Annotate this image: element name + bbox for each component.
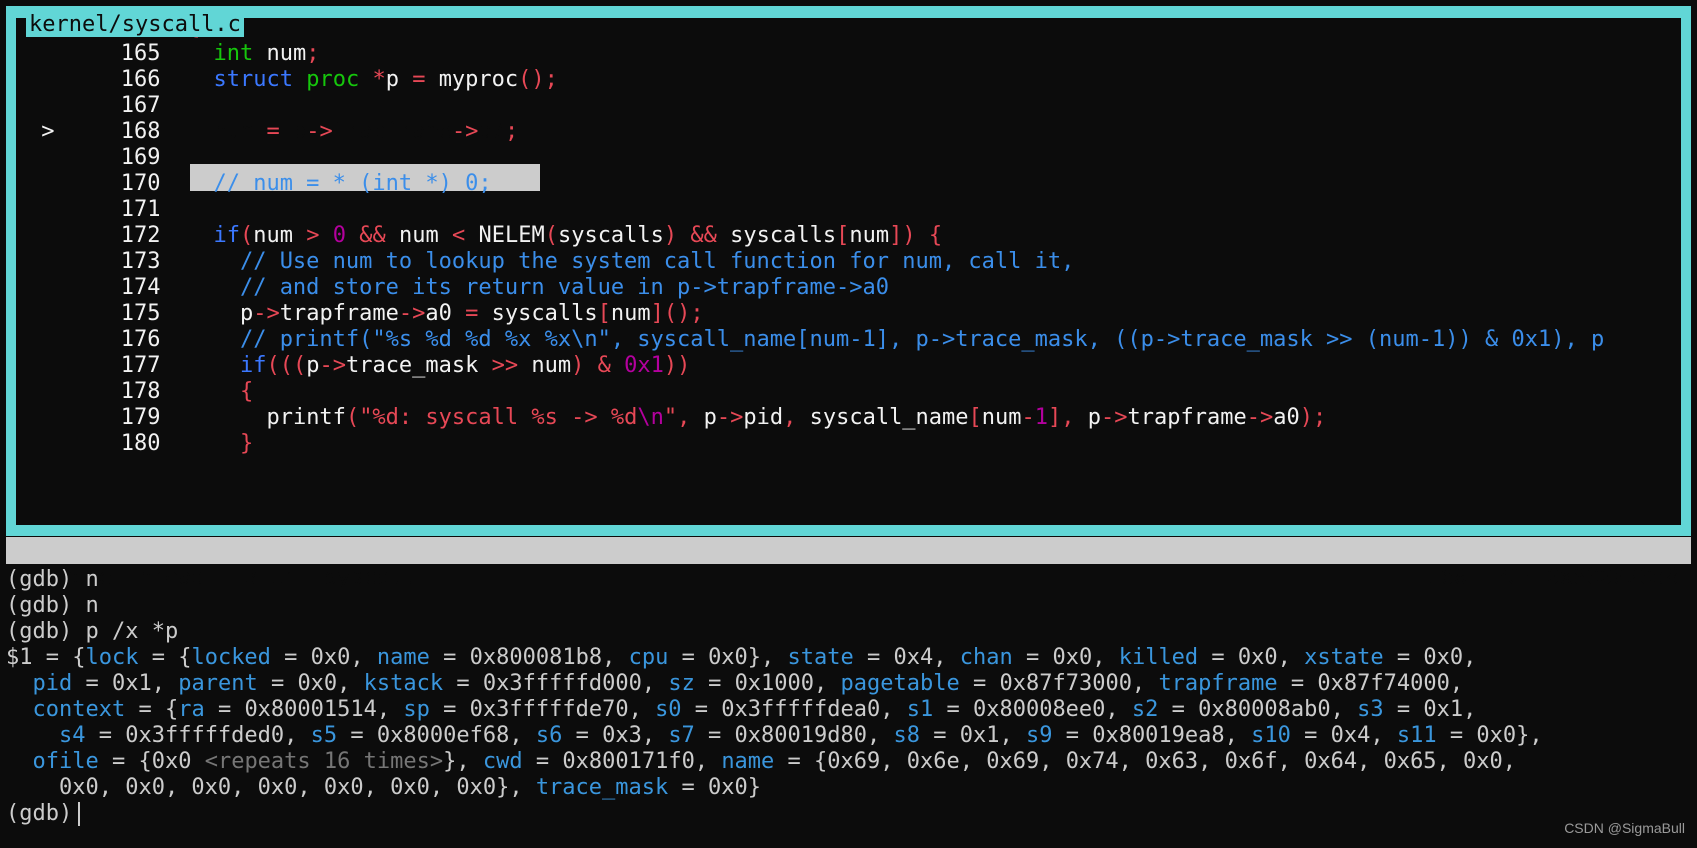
- line-code: int num;: [213, 41, 320, 66]
- line-marker: [28, 249, 81, 274]
- gdb-output-line: pid = 0x1, parent = 0x0, kstack = 0x3fff…: [32, 671, 1464, 696]
- line-number: 180: [80, 431, 161, 456]
- line-number: 166: [80, 67, 161, 92]
- gdb-prompt: (gdb): [6, 801, 73, 826]
- line-code: struct proc *p = myproc();: [213, 67, 558, 92]
- line-number: 175: [80, 301, 161, 326]
- status-bar: remote Thread 1.3 In: syscall L168 PC: 0…: [6, 537, 1691, 590]
- source-line-166: 166 struct proc *p = myproc();: [28, 66, 558, 94]
- line-number: 177: [80, 353, 161, 378]
- gdb-command-line: (gdb) n: [6, 593, 99, 618]
- status-line: L168: [1414, 565, 1468, 590]
- line-number: 165: [80, 41, 161, 66]
- line-code: printf("%d: syscall %s -> %d\n", p->pid,…: [266, 405, 1327, 430]
- line-code: p->trapframe->a0 = syscalls[num]();: [239, 301, 704, 326]
- line-marker: [28, 327, 81, 352]
- line-number: 171: [80, 197, 161, 222]
- line-marker: [28, 275, 81, 300]
- source-line-175: 175 p->trapframe->a0 = syscalls[num]();: [28, 300, 704, 328]
- gdb-output-line: context = {ra = 0x80001514, sp = 0x3ffff…: [32, 697, 1477, 722]
- line-number: 173: [80, 249, 161, 274]
- line-code: num = p->trapframe->a7;: [213, 119, 519, 144]
- source-line-174: 174 // and store its return value in p->…: [28, 274, 889, 302]
- gdb-command-line: (gdb) n: [6, 567, 99, 592]
- line-code: // and store its return value in p->trap…: [239, 275, 889, 300]
- line-marker: [28, 431, 81, 456]
- line-marker: [28, 145, 81, 170]
- line-code: {: [239, 379, 254, 404]
- line-number: 169: [80, 145, 161, 170]
- gdb-output-line: s4 = 0x3fffffded0, s5 = 0x8000ef68, s6 =…: [58, 723, 1543, 748]
- line-number: 172: [80, 223, 161, 248]
- line-code: if(((p->trace_mask >> num) & 0x1)): [239, 353, 691, 378]
- line-code: // printf("%s %d %d %x %x\n", syscall_na…: [239, 327, 1605, 352]
- line-number: 174: [80, 275, 161, 300]
- line-marker: [28, 171, 81, 196]
- gdb-output-line: $1 = {lock = {locked = 0x0, name = 0x800…: [6, 645, 1477, 670]
- line-number: 178: [80, 379, 161, 404]
- source-line-167: 167: [28, 92, 187, 120]
- status-location: L168 PC: 0x800020d8: [1361, 537, 1679, 618]
- source-line-172: 172 if(num > 0 && num < NELEM(syscalls) …: [28, 222, 942, 250]
- line-number: 176: [80, 327, 161, 352]
- line-marker: [28, 379, 81, 404]
- line-marker: [28, 41, 81, 66]
- line-code: // num = * (int *) 0;: [213, 171, 492, 196]
- line-code: // Use num to lookup the system call fun…: [239, 249, 1075, 274]
- line-number: 170: [80, 171, 161, 196]
- line-code: }: [239, 431, 254, 456]
- gdb-command-line: (gdb) p /x *p: [6, 619, 179, 644]
- source-line-169: 169: [28, 144, 187, 172]
- source-line-180: 180 }: [28, 430, 253, 458]
- line-marker: [28, 67, 81, 92]
- line-number: 167: [80, 93, 161, 118]
- source-line-168: > 168 num = p->trapframe->a7;: [28, 118, 518, 146]
- source-window[interactable]: B+ 164 { 165 int num; 166 struct proc *p…: [16, 15, 1681, 525]
- status-pc: PC: 0x800020d8: [1493, 565, 1679, 590]
- line-marker: >: [28, 119, 81, 144]
- line-code: if(num > 0 && num < NELEM(syscalls) && s…: [213, 223, 943, 248]
- line-marker: [28, 197, 81, 222]
- source-line-170: 170 // num = * (int *) 0;: [28, 170, 492, 198]
- source-line-173: 173 // Use num to lookup the system call…: [28, 248, 1075, 276]
- line-marker: [28, 223, 81, 248]
- source-line-177: 177 if(((p->trace_mask >> num) & 0x1)): [28, 352, 691, 380]
- gdb-prompt-input[interactable]: (gdb): [6, 800, 81, 828]
- text-cursor: [78, 802, 81, 826]
- line-number: 168: [80, 119, 161, 144]
- line-number: 179: [80, 405, 161, 430]
- gdb-output-line: 0x0, 0x0, 0x0, 0x0, 0x0, 0x0, 0x0}, trac…: [6, 775, 761, 800]
- source-line-179: 179 printf("%d: syscall %s -> %d\n", p->…: [28, 404, 1327, 432]
- source-line-176: 176 // printf("%s %d %d %x %x\n", syscal…: [28, 326, 1604, 354]
- line-marker: [28, 301, 81, 326]
- source-line-178: 178 {: [28, 378, 253, 406]
- source-line-165: 165 int num;: [28, 40, 320, 68]
- window-title: kernel/syscall.c: [26, 13, 244, 37]
- line-marker: [28, 353, 81, 378]
- line-marker: [28, 405, 81, 430]
- source-line-171: 171: [28, 196, 187, 224]
- line-marker: [28, 93, 81, 118]
- gdb-output-line: ofile = {0x0 <repeats 16 times>}, cwd = …: [32, 749, 1517, 774]
- watermark: CSDN @SigmaBull: [1564, 820, 1685, 836]
- source-window-frame: B+ 164 { 165 int num; 166 struct proc *p…: [6, 6, 1691, 536]
